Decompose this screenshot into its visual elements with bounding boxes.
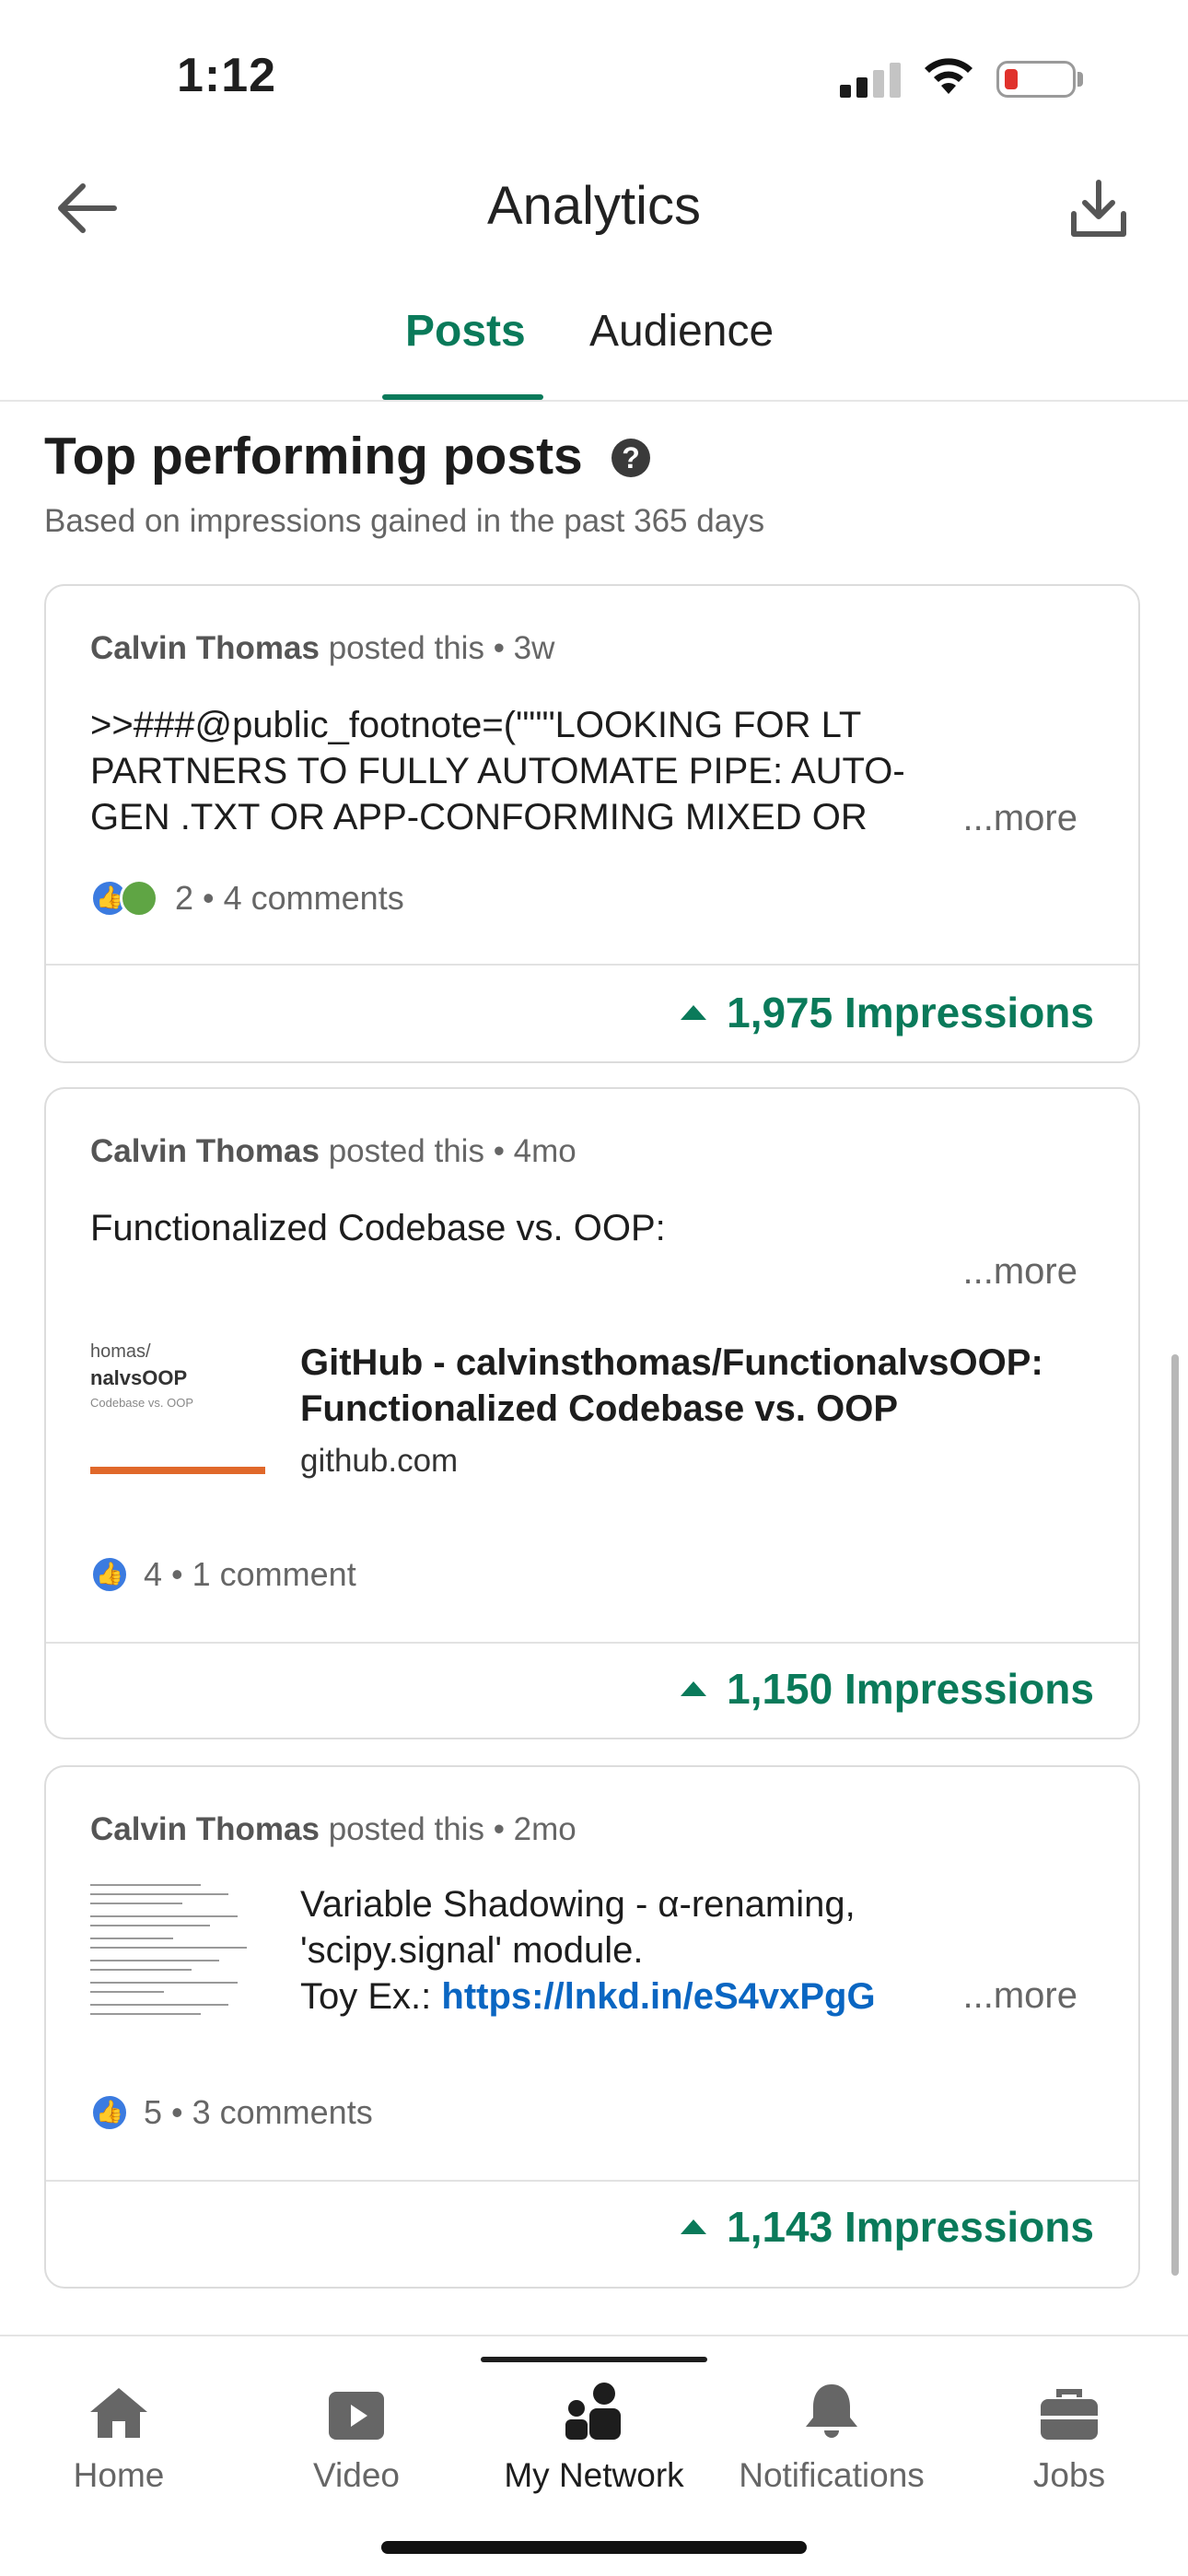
nav-label: Home	[73, 2456, 165, 2494]
post-text-line: Toy Ex.: https://lnkd.in/eS4vxPgG	[300, 1973, 1000, 2020]
like-reaction-icon: 👍	[90, 2093, 129, 2132]
post-link[interactable]: https://lnkd.in/eS4vxPgG	[441, 1976, 875, 2017]
bell-icon	[713, 2377, 950, 2441]
post-meta: Calvin Thomas posted this • 2mo	[90, 1811, 577, 1847]
post-author[interactable]: Calvin Thomas	[90, 1811, 320, 1847]
download-icon[interactable]	[1068, 177, 1129, 244]
nav-video[interactable]: Video	[238, 2377, 475, 2495]
nav-label: Jobs	[1032, 2456, 1106, 2494]
post-card[interactable]: Calvin Thomas posted this • 3w >>###@pub…	[44, 584, 1140, 1063]
status-time: 1:12	[177, 49, 277, 102]
impressions-count: 1,143 Impressions	[727, 2203, 1094, 2251]
card-divider	[46, 964, 1138, 966]
post-text-line: GEN .TXT OR APP-CONFORMING MIXED OR	[90, 797, 868, 837]
post-action: posted this	[328, 630, 484, 666]
nav-label: Video	[313, 2456, 400, 2494]
briefcase-icon	[950, 2377, 1188, 2441]
network-icon	[475, 2377, 713, 2441]
nav-home[interactable]: Home	[0, 2377, 238, 2495]
post-text[interactable]: >>###@public_footnote=("""LOOKING FOR LT…	[90, 702, 993, 840]
battery-tip	[1077, 72, 1083, 87]
post-text[interactable]: Variable Shadowing - α-renaming, 'scipy.…	[300, 1881, 1000, 2020]
link-preview-title[interactable]: GitHub - calvinsthomas/FunctionalvsOOP: …	[300, 1340, 1111, 1432]
impressions-link[interactable]: 1,143 Impressions	[681, 2202, 1094, 2252]
card-divider	[46, 1642, 1138, 1644]
card-divider	[46, 2180, 1138, 2182]
reactions-count: 2 • 4 comments	[175, 879, 404, 917]
see-more-link[interactable]: ...more	[963, 798, 1077, 839]
thumb-accent-bar	[90, 1467, 265, 1474]
post-age: 2mo	[513, 1811, 577, 1847]
tab-audience[interactable]: Audience	[589, 306, 774, 357]
impressions-count: 1,150 Impressions	[727, 1665, 1094, 1713]
page-title: Analytics	[486, 176, 702, 236]
impressions-link[interactable]: 1,150 Impressions	[681, 1664, 1094, 1714]
see-more-link[interactable]: ...more	[963, 1975, 1077, 2017]
wifi-icon	[921, 55, 976, 100]
post-card[interactable]: Calvin Thomas posted this • 2mo Variable…	[44, 1765, 1140, 2289]
tab-divider	[0, 400, 1188, 402]
impressions-link[interactable]: 1,975 Impressions	[681, 988, 1094, 1037]
post-meta: Calvin Thomas posted this • 4mo	[90, 1133, 577, 1169]
reactions-count: 4 • 1 comment	[144, 1555, 356, 1593]
nav-label: Notifications	[739, 2456, 925, 2494]
link-preview-thumbnail[interactable]: homas/ nalvsOOP Codebase vs. OOP	[90, 1338, 265, 1494]
help-icon[interactable]: ?	[611, 439, 650, 477]
tab-posts[interactable]: Posts	[405, 306, 526, 357]
active-nav-indicator	[481, 2357, 707, 2362]
post-text-line: Variable Shadowing - α-renaming,	[300, 1884, 856, 1925]
reactions-summary[interactable]: 👍 2 • 4 comments	[90, 879, 404, 918]
link-preview-domain: github.com	[300, 1443, 459, 1479]
post-text[interactable]: Functionalized Codebase vs. OOP:	[90, 1205, 666, 1251]
nav-my-network[interactable]: My Network	[475, 2377, 713, 2495]
post-author[interactable]: Calvin Thomas	[90, 630, 320, 666]
post-text-line: >>###@public_footnote=("""LOOKING FOR LT	[90, 705, 862, 745]
trend-up-icon	[681, 1005, 707, 1020]
thumb-text: homas/	[90, 1341, 151, 1362]
post-text-line: 'scipy.signal' module.	[300, 1930, 644, 1971]
trend-up-icon	[681, 2219, 707, 2234]
cellular-signal-icon	[840, 63, 901, 98]
section-title: Top performing posts	[44, 427, 583, 486]
home-indicator[interactable]	[381, 2541, 807, 2554]
reactions-summary[interactable]: 👍 4 • 1 comment	[90, 1555, 356, 1594]
thumb-text: Codebase vs. OOP	[90, 1396, 193, 1410]
home-icon	[0, 2377, 238, 2441]
nav-label: My Network	[504, 2456, 684, 2494]
celebrate-reaction-icon	[120, 879, 158, 918]
post-author[interactable]: Calvin Thomas	[90, 1133, 320, 1169]
video-icon	[238, 2377, 475, 2441]
post-age: 3w	[513, 630, 555, 666]
bottom-nav-divider	[0, 2335, 1188, 2336]
nav-jobs[interactable]: Jobs	[950, 2377, 1188, 2495]
reactions-count: 5 • 3 comments	[144, 2093, 373, 2131]
trend-up-icon	[681, 1681, 707, 1696]
reactions-summary[interactable]: 👍 5 • 3 comments	[90, 2093, 373, 2132]
toy-prefix: Toy Ex.:	[300, 1976, 442, 2017]
scrollbar[interactable]	[1171, 1354, 1179, 2276]
thumb-text: nalvsOOP	[90, 1366, 188, 1389]
post-action: posted this	[328, 1133, 484, 1169]
section-subtitle: Based on impressions gained in the past …	[44, 503, 765, 539]
impressions-count: 1,975 Impressions	[727, 989, 1094, 1036]
post-text-line: PARTNERS TO FULLY AUTOMATE PIPE: AUTO-	[90, 751, 905, 791]
like-reaction-icon: 👍	[90, 1555, 129, 1594]
post-action: posted this	[328, 1811, 484, 1847]
post-image-thumbnail[interactable]	[90, 1876, 265, 2032]
post-card[interactable]: Calvin Thomas posted this • 4mo Function…	[44, 1087, 1140, 1739]
post-meta: Calvin Thomas posted this • 3w	[90, 630, 555, 666]
post-age: 4mo	[513, 1133, 577, 1169]
nav-notifications[interactable]: Notifications	[713, 2377, 950, 2495]
see-more-link[interactable]: ...more	[963, 1251, 1077, 1293]
battery-icon	[996, 61, 1076, 98]
